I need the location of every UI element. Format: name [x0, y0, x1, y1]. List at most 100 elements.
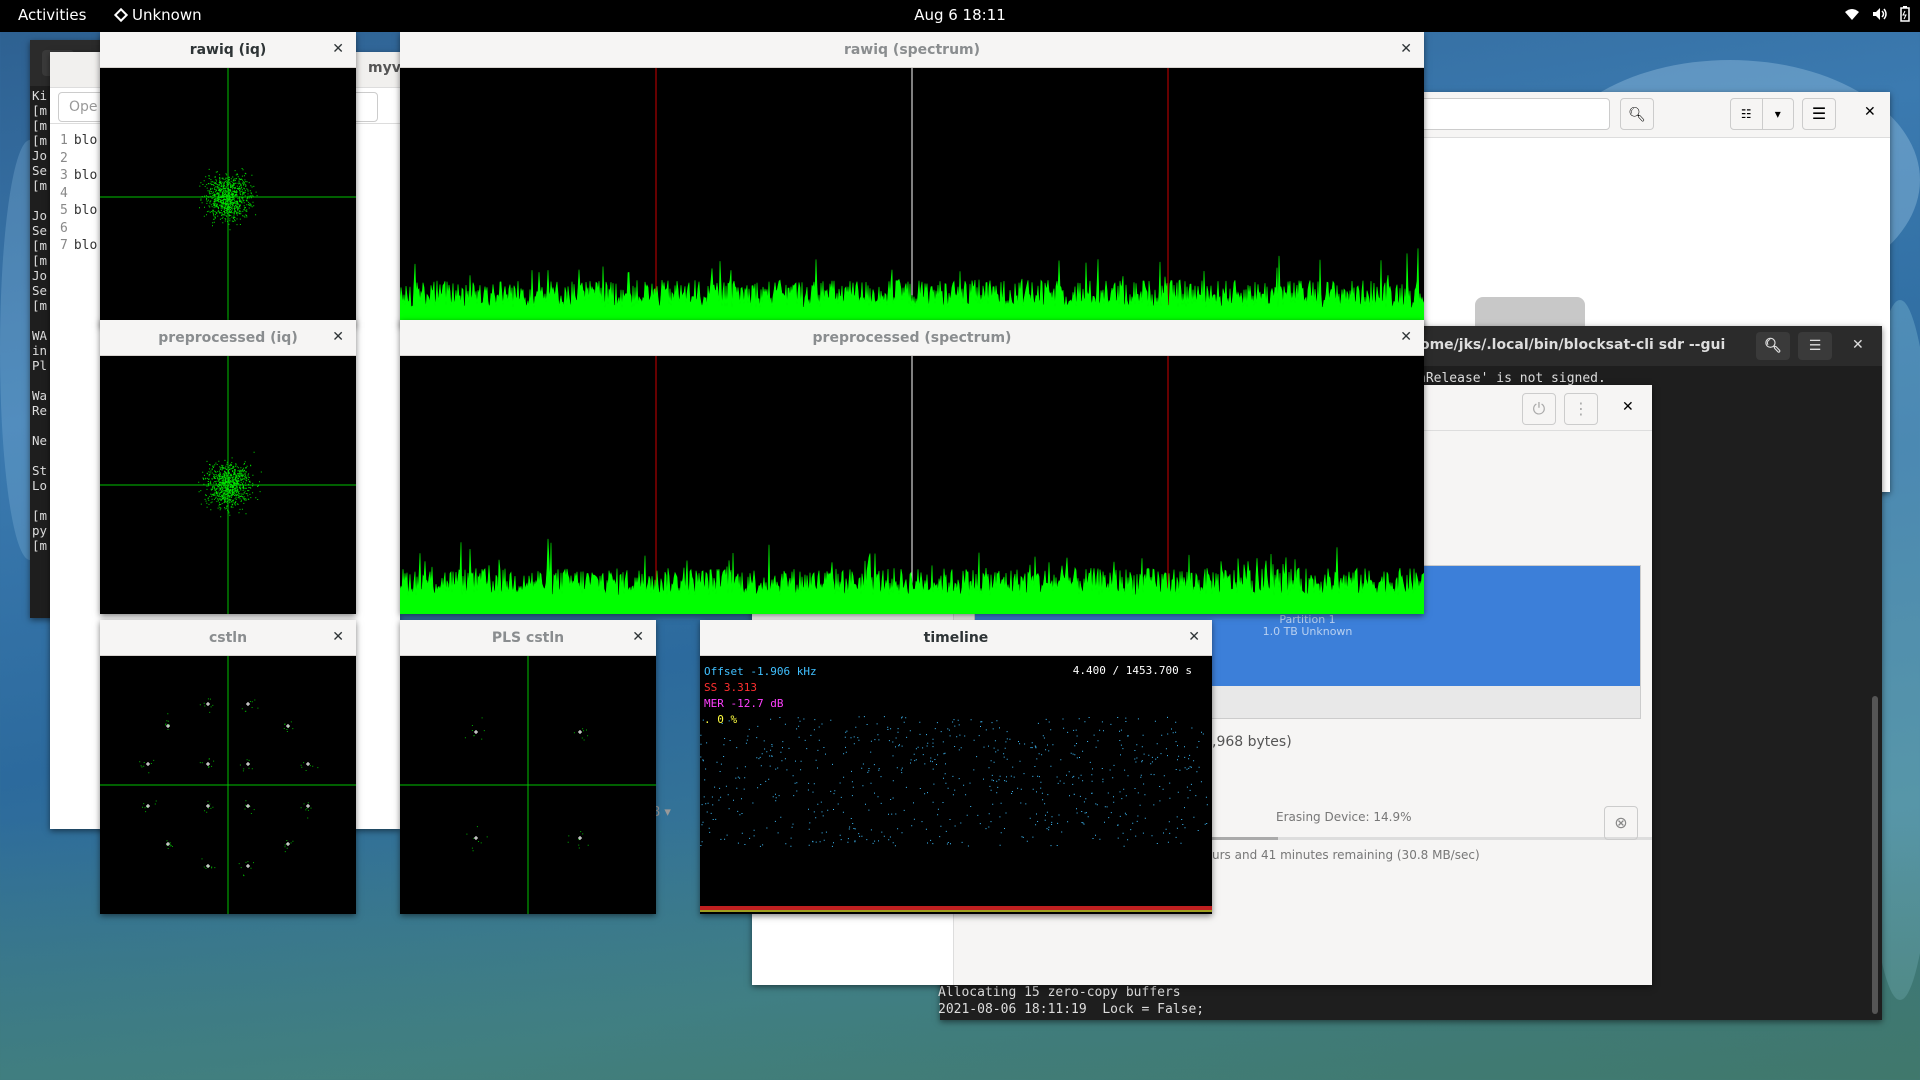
ss-trace — [700, 906, 1212, 910]
line-number: 4 — [60, 185, 68, 201]
close-icon[interactable]: ✕ — [632, 629, 644, 645]
close-icon[interactable]: ✕ — [332, 329, 344, 345]
chevron-down-icon: ▾ — [1761, 99, 1794, 129]
symbol-scatter — [464, 717, 589, 852]
diamond-icon — [113, 7, 129, 23]
constellation-point — [246, 804, 250, 808]
close-icon[interactable]: ✕ — [1400, 329, 1412, 345]
terminal-title: home/jks/.local/bin/blocksat-cli sdr --g… — [1410, 337, 1726, 353]
terminal-scrollbar[interactable] — [1872, 696, 1878, 1014]
window-title: PLS cstln — [491, 629, 565, 646]
terminal-search-button[interactable]: 🔍︎ — [1756, 332, 1790, 360]
search-icon: 🔍︎ — [1764, 338, 1782, 354]
rawiq-iq-window[interactable]: rawiq (iq) ✕ — [100, 32, 356, 326]
close-icon[interactable]: ✕ — [1852, 337, 1864, 353]
volume-icon — [1873, 8, 1887, 20]
line-number: 5 — [60, 203, 68, 218]
constellation-point — [474, 836, 478, 840]
close-icon[interactable]: ✕ — [332, 41, 344, 57]
constellation-point — [286, 842, 290, 846]
cstln-window[interactable]: cstln ✕ — [100, 620, 356, 914]
progress-bar — [1212, 837, 1652, 840]
percent-trace — [700, 910, 1212, 912]
view-button[interactable]: ☷ ▾ — [1730, 98, 1794, 130]
time-readout: 4.400 / 1453.700 s — [1072, 664, 1192, 677]
terminal-bottom-output: Allocating 15 zero-copy buffers 2021-08-0… — [938, 984, 1204, 1018]
constellation-point — [246, 762, 250, 766]
line-text: blo — [73, 133, 98, 148]
preprocessed-spectrum-window[interactable]: preprocessed (spectrum) ✕ — [400, 320, 1424, 614]
line-number: 2 — [60, 150, 68, 166]
timeline-window[interactable]: timeline ✕ Offset -1.906 kHz SS 3.313 MER… — [700, 620, 1212, 914]
cancel-button[interactable]: ⊗ — [1604, 806, 1638, 840]
open-file-placeholder: Ope — [69, 99, 98, 115]
line-text: blo — [73, 203, 98, 218]
app-menu[interactable]: Unknown — [113, 6, 202, 24]
terminal-line: Allocating 15 zero-copy buffers — [938, 985, 1181, 1000]
close-icon[interactable]: ✕ — [1400, 41, 1412, 57]
clock[interactable]: Aug 6 18:11 — [914, 6, 1006, 24]
preprocessed-iq-window[interactable]: preprocessed (iq) ✕ — [100, 320, 356, 614]
cancel-icon: ⊗ — [1614, 813, 1628, 832]
progress-fill — [1212, 837, 1278, 840]
close-icon[interactable]: ✕ — [332, 629, 344, 645]
app-menu-label: Unknown — [132, 6, 202, 24]
ss-readout: SS 3.313 — [704, 681, 757, 694]
line-text: blo — [73, 238, 98, 253]
constellation-point — [206, 762, 210, 766]
constellation-point — [286, 724, 290, 728]
constellation-point — [146, 762, 150, 766]
line-number: 6 — [60, 220, 68, 236]
hamburger-icon: ☰ — [1808, 338, 1822, 354]
activities-button[interactable]: Activities — [18, 6, 86, 24]
terminal-menu-button[interactable]: ☰ — [1798, 332, 1832, 360]
menu-button[interactable]: ☰ — [1802, 98, 1836, 130]
wifi-icon — [1845, 9, 1859, 20]
list-view-icon: ☷ — [1740, 107, 1752, 121]
more-icon: ⋮ — [1573, 399, 1589, 418]
more-button[interactable]: ⋮ — [1564, 393, 1598, 425]
constellation-point — [206, 864, 210, 868]
time-remaining: urs and 41 minutes remaining (30.8 MB/se… — [1212, 848, 1480, 862]
window-title: cstln — [208, 629, 248, 646]
window-title: rawiq (iq) — [189, 41, 267, 58]
line-text: blo — [73, 168, 98, 183]
close-icon[interactable]: ✕ — [1622, 399, 1634, 415]
constellation-point — [474, 730, 478, 734]
search-button[interactable]: 🔍︎ — [1620, 98, 1654, 130]
close-icon[interactable]: ✕ — [1188, 629, 1200, 645]
constellation-point — [206, 702, 210, 706]
search-icon: 🔍︎ — [1628, 107, 1646, 123]
preprocessed-spectrum-plot — [400, 356, 1424, 614]
symbol-scatter — [139, 698, 319, 877]
line-number: 3 — [60, 168, 68, 183]
constellation-point — [578, 730, 582, 734]
path-bar[interactable] — [1420, 98, 1610, 130]
power-button[interactable]: ⏻ — [1522, 393, 1556, 425]
preprocessed-iq-plot — [100, 356, 356, 614]
bytes-info: ,968 bytes) — [1212, 734, 1292, 750]
mer-readout: MER -12.7 dB — [704, 697, 784, 710]
pls-cstln-window[interactable]: PLS cstln ✕ — [400, 620, 656, 914]
system-tray[interactable] — [1844, 6, 1910, 22]
rawiq-iq-plot — [100, 68, 356, 326]
close-icon[interactable]: ✕ — [1864, 104, 1876, 120]
cstln-plot — [100, 656, 356, 914]
battery-icon — [1900, 6, 1910, 22]
offset-readout: Offset -1.906 kHz — [704, 665, 817, 678]
spectrum-floor — [400, 596, 1424, 614]
percent-readout: . 0 % — [704, 713, 738, 726]
rawiq-spectrum-window[interactable]: rawiq (spectrum) ✕ — [400, 32, 1424, 326]
window-title: preprocessed (spectrum) — [812, 329, 1012, 346]
constellation-point — [246, 702, 250, 706]
window-title: rawiq (spectrum) — [843, 41, 981, 58]
offset-trace — [700, 716, 1208, 847]
constellation-point — [306, 804, 310, 808]
window-title: preprocessed (iq) — [158, 329, 298, 346]
top-bar: Activities Unknown Aug 6 18:11 — [0, 0, 1920, 32]
chevron-down-icon: ▾ — [664, 805, 671, 820]
pls-cstln-plot — [400, 656, 656, 914]
window-title: timeline — [923, 629, 989, 646]
constellation-point — [306, 762, 310, 766]
rawiq-spectrum-plot — [400, 68, 1424, 326]
